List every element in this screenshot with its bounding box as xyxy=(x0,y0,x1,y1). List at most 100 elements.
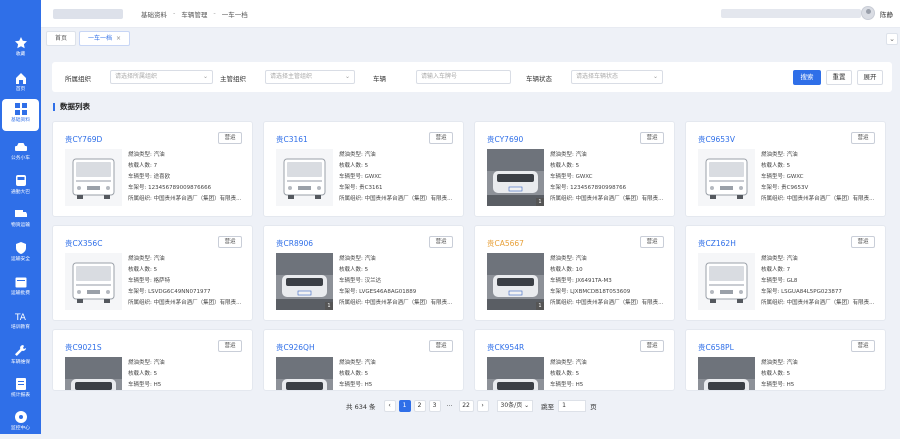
model-label: 车辆型号: xyxy=(128,382,152,388)
vehicle-card[interactable]: 贵CK954R 营运 燃油类型: 汽油 核载人数: 5 车辆型号: H5 xyxy=(474,329,675,391)
sidebar-item[interactable]: TA 培训教育 xyxy=(2,306,39,338)
sidebar-item[interactable]: 统计报表 xyxy=(2,374,39,406)
sidebar-item[interactable]: 基础资料 xyxy=(2,99,39,131)
seats-value: 5 xyxy=(364,267,369,273)
model-label: 车辆型号: xyxy=(550,382,574,388)
vehicle-card[interactable]: 贵C3161 营运 燃油类型: 汽油 核载人数: 5 车辆型号: GWXC 车架号: 贵C… xyxy=(263,121,464,217)
plate-number[interactable]: 贵CX356C xyxy=(65,238,102,249)
vehicle-thumbnail[interactable] xyxy=(698,149,755,206)
vehicle-card[interactable]: 贵C9653V 营运 燃油类型: 汽油 核载人数: 5 车辆型号: GWXC 车架号: 贵… xyxy=(685,121,886,217)
sidebar-item[interactable]: 物资运输 xyxy=(2,204,39,236)
chevron-down-icon[interactable]: ⌄ xyxy=(886,33,898,45)
user-name[interactable]: 陈静 xyxy=(880,9,893,19)
sidebar-item[interactable]: 通勤大巴 xyxy=(2,171,39,203)
page-button[interactable]: 22 xyxy=(458,400,474,412)
plate-number[interactable]: 贵CK954R xyxy=(487,342,524,353)
vehicle-thumbnail[interactable] xyxy=(698,253,755,310)
avatar[interactable] xyxy=(861,6,875,20)
status-button[interactable]: 营运 xyxy=(429,236,453,248)
vehicle-thumbnail[interactable] xyxy=(65,253,122,310)
sidebar-item[interactable]: 收藏 xyxy=(2,33,39,65)
vehicle-card[interactable]: 贵CZ162H 营运 燃油类型: 汽油 核载人数: 7 车辆型号: GL8 车架号: LS… xyxy=(685,225,886,321)
model-label: 车辆型号: xyxy=(761,382,785,388)
search-button[interactable]: 搜索 xyxy=(793,70,821,85)
plate-number[interactable]: 贵C926QH xyxy=(276,342,315,353)
status-button[interactable]: 营运 xyxy=(218,132,242,144)
plate-number[interactable]: 贵CY7690 xyxy=(487,134,523,145)
vehicle-card[interactable]: 贵C926QH 营运 燃油类型: 汽油 核载人数: 5 车辆型号: H5 xyxy=(263,329,464,391)
prev-page-button[interactable]: ‹ xyxy=(383,400,396,412)
vin-label: 车架号: xyxy=(128,185,147,191)
sidebar-item[interactable]: 运输安全 xyxy=(2,238,39,270)
vehicle-photo xyxy=(276,357,333,390)
vehicle-card[interactable]: 贵C9021S 营运 燃油类型: 汽油 核载人数: 5 车辆型号: H5 xyxy=(52,329,253,391)
org-label: 所属组织: xyxy=(550,196,574,202)
vehicle-card[interactable]: 贵CA5667 营运 1 燃油类型: 汽油 核载人数: 10 车辆型号: JX6491TA… xyxy=(474,225,675,321)
status-button[interactable]: 营运 xyxy=(429,132,453,144)
vehicle-photo xyxy=(487,357,544,390)
status-select[interactable]: 请选择车辆状态 ⌄ xyxy=(571,70,663,84)
close-icon[interactable]: × xyxy=(116,35,121,42)
status-button[interactable]: 营运 xyxy=(851,132,875,144)
plate-number[interactable]: 贵C3161 xyxy=(276,134,308,145)
chevron-down-icon: ⌄ xyxy=(344,73,350,80)
vehicle-thumbnail[interactable] xyxy=(276,149,333,206)
status-button[interactable]: 营运 xyxy=(218,340,242,352)
status-button[interactable]: 营运 xyxy=(640,236,664,248)
sidebar-item[interactable]: 车辆维保 xyxy=(2,341,39,373)
vehicle-thumbnail[interactable] xyxy=(276,357,333,390)
model-label: 车辆型号: xyxy=(339,174,363,180)
expand-button[interactable]: 展开 xyxy=(857,70,883,85)
status-button[interactable]: 营运 xyxy=(851,340,875,352)
page-size-select[interactable]: 30条/页 ⌄ xyxy=(496,400,534,412)
vehicle-thumbnail[interactable] xyxy=(698,357,755,390)
plate-number[interactable]: 贵CR8906 xyxy=(276,238,313,249)
ellipsis[interactable]: ... xyxy=(444,400,456,412)
next-page-button[interactable]: › xyxy=(476,400,489,412)
status-button[interactable]: 营运 xyxy=(218,236,242,248)
status-button[interactable]: 营运 xyxy=(429,340,453,352)
breadcrumb-item[interactable]: 车辆管理 xyxy=(181,9,207,19)
vehicle-thumbnail[interactable] xyxy=(65,149,122,206)
sidebar-item[interactable]: 运输批费 xyxy=(2,272,39,304)
vehicle-card[interactable]: 贵C658PL 营运 燃油类型: 汽油 核载人数: 5 车辆型号: H5 xyxy=(685,329,886,391)
org-value: 中国贵州茅台酒厂（集团）有限责... xyxy=(364,300,453,306)
status-button[interactable]: 营运 xyxy=(851,236,875,248)
seats-value: 7 xyxy=(153,163,158,169)
fuel-label: 燃油类型: xyxy=(339,152,363,158)
manage-org-select[interactable]: 请选择主管组织 ⌄ xyxy=(265,70,355,84)
goto-page-input[interactable]: 1 xyxy=(558,400,587,412)
plate-number[interactable]: 贵C658PL xyxy=(698,342,734,353)
plate-number[interactable]: 贵C9653V xyxy=(698,134,735,145)
status-button[interactable]: 营运 xyxy=(640,340,664,352)
vehicle-thumbnail[interactable]: 1 xyxy=(487,149,544,206)
sidebar-item[interactable]: 首页 xyxy=(2,68,39,100)
vehicle-card[interactable]: 贵CY7690 营运 1 燃油类型: 汽油 核载人数: 5 车辆型号: GWXC 车架号: … xyxy=(474,121,675,217)
tab-vehicle-archive[interactable]: 一车一档 × xyxy=(79,31,131,46)
sidebar-item[interactable]: 公务小车 xyxy=(2,137,39,169)
breadcrumb-item[interactable]: 基础资料 xyxy=(141,9,167,19)
vehicle-thumbnail[interactable] xyxy=(65,357,122,390)
plate-number[interactable]: 贵C9021S xyxy=(65,342,102,353)
tab-home[interactable]: 首页 xyxy=(46,31,77,46)
vehicle-card[interactable]: 贵CX356C 营运 燃油类型: 汽油 核载人数: 5 车辆型号: 格萨特 车架号: LS… xyxy=(52,225,253,321)
fuel-value: 汽油 xyxy=(575,256,587,262)
vehicle-card[interactable]: 贵CY769D 营运 燃油类型: 汽油 核载人数: 7 车辆型号: 途喜欧 车架号: 12… xyxy=(52,121,253,217)
reset-button[interactable]: 重置 xyxy=(826,70,852,85)
vehicle-thumbnail[interactable]: 1 xyxy=(276,253,333,310)
vehicle-thumbnail[interactable]: 1 xyxy=(487,253,544,310)
org-label: 所属组织: xyxy=(761,196,785,202)
sidebar-item[interactable]: 监控中心 xyxy=(2,407,39,439)
vehicle-card[interactable]: 贵CR8906 营运 1 燃油类型: 汽油 核载人数: 5 车辆型号: 汉兰达 车架号: L… xyxy=(263,225,464,321)
plate-number[interactable]: 贵CY769D xyxy=(65,134,102,145)
vehicle-thumbnail[interactable] xyxy=(487,357,544,390)
page-button[interactable]: 2 xyxy=(413,400,426,412)
page-button[interactable]: 1 xyxy=(398,400,411,412)
plate-input[interactable]: 请输入车牌号 xyxy=(416,70,511,84)
plate-number[interactable]: 贵CZ162H xyxy=(698,238,736,249)
page-button[interactable]: 3 xyxy=(428,400,441,412)
status-button[interactable]: 营运 xyxy=(640,132,664,144)
org-select[interactable]: 请选择所属组织 ⌄ xyxy=(110,70,213,84)
plate-number[interactable]: 贵CA5667 xyxy=(487,238,524,249)
select-placeholder: 请选择所属组织 xyxy=(115,73,158,80)
